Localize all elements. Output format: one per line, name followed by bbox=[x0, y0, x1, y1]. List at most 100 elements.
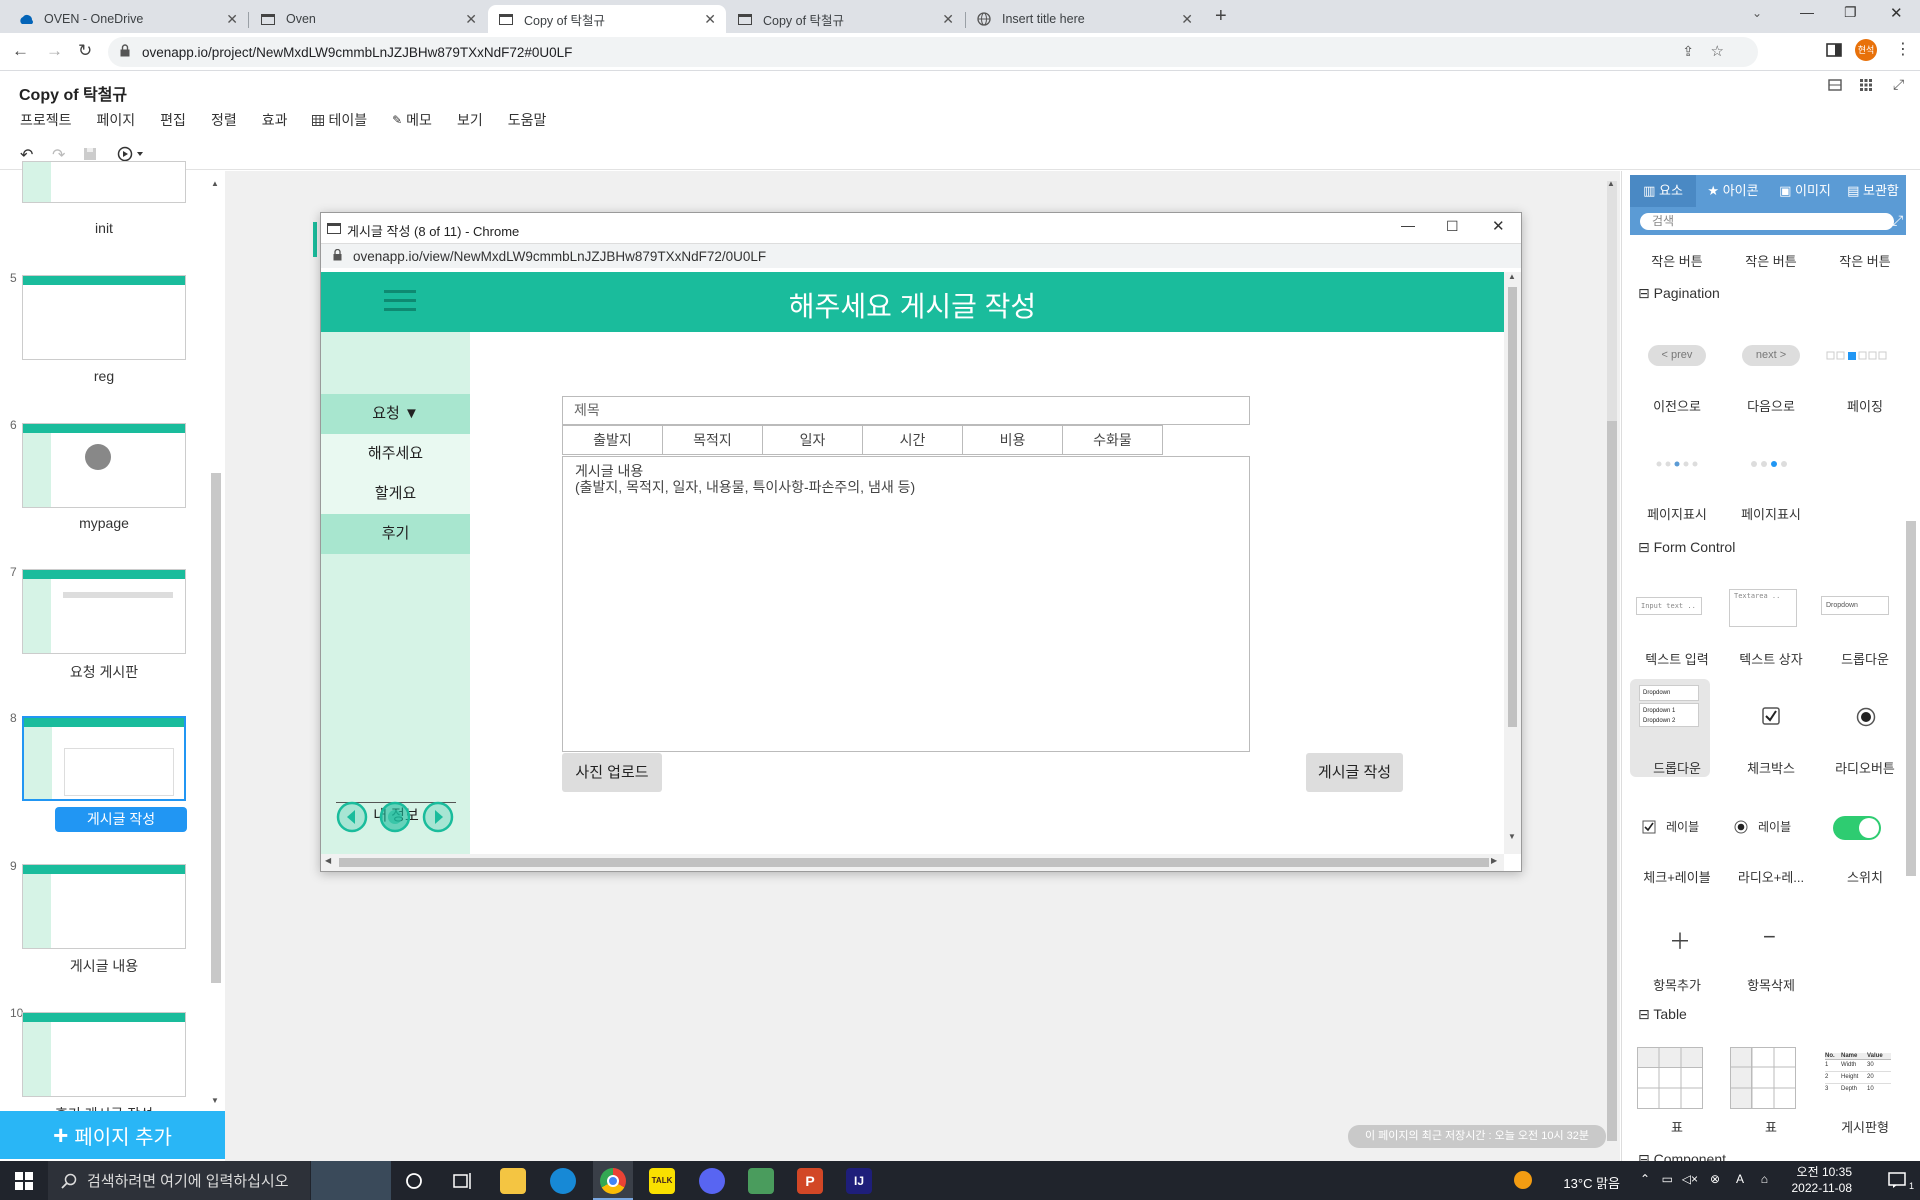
forward-icon[interactable]: → bbox=[46, 41, 63, 61]
close-tab-icon[interactable]: ✕ bbox=[942, 11, 954, 28]
item-dropdown[interactable]: 드롭다운 bbox=[1818, 649, 1912, 668]
menu-align[interactable]: 정렬 bbox=[211, 110, 237, 130]
page-thumbnail-selected[interactable] bbox=[22, 716, 186, 801]
grid-icon[interactable] bbox=[1859, 78, 1873, 92]
browser-tab[interactable]: Insert title here ✕ bbox=[966, 5, 1203, 33]
close-tab-icon[interactable]: ✕ bbox=[1181, 11, 1193, 28]
close-window-icon[interactable]: ✕ bbox=[1890, 4, 1903, 22]
tab-images[interactable]: ▣ 이미지 bbox=[1770, 175, 1840, 207]
table-preview-icon[interactable] bbox=[1637, 1047, 1703, 1109]
check-label-preview[interactable]: 레이블 bbox=[1642, 818, 1699, 835]
close-tab-icon[interactable]: ✕ bbox=[704, 11, 716, 28]
tab-icons[interactable]: ★ 아이콘 bbox=[1696, 175, 1770, 207]
post-title-input[interactable]: 제목 bbox=[562, 396, 1250, 425]
post-content-textarea[interactable]: 게시글 내용 (출발지, 목적지, 일자, 내용물, 특이사항-파손주의, 냄새… bbox=[562, 456, 1250, 752]
tray-app-icon[interactable]: ⌂ bbox=[1761, 1172, 1768, 1186]
menu-project[interactable]: 프로젝트 bbox=[20, 110, 72, 130]
page-list-scrollbar[interactable] bbox=[211, 473, 221, 983]
play-preview-icon[interactable] bbox=[117, 146, 145, 162]
menu-edit[interactable]: 편집 bbox=[160, 110, 186, 130]
table-preview-icon[interactable] bbox=[1730, 1047, 1796, 1109]
file-explorer-icon[interactable] bbox=[500, 1168, 526, 1194]
item-radio[interactable]: 라디오버튼 bbox=[1818, 758, 1912, 777]
nav-review[interactable]: 후기 bbox=[321, 514, 470, 554]
task-view-icon[interactable] bbox=[453, 1172, 473, 1190]
item-remove-row[interactable]: 항목삭제 bbox=[1724, 975, 1818, 994]
scroll-up-icon[interactable]: ▲ bbox=[1607, 179, 1615, 188]
page-thumbnail[interactable] bbox=[22, 864, 186, 949]
fullscreen-icon[interactable]: ⤢ bbox=[1893, 76, 1904, 93]
page-thumbnail[interactable] bbox=[22, 275, 186, 360]
menu-help[interactable]: 도움말 bbox=[508, 110, 547, 130]
page-thumbnail[interactable] bbox=[22, 569, 186, 654]
item-small-button[interactable]: 작은 버튼 bbox=[1818, 251, 1912, 270]
discord-icon[interactable] bbox=[699, 1168, 725, 1194]
cortana-icon[interactable] bbox=[405, 1172, 423, 1190]
home-dot-icon[interactable] bbox=[379, 801, 411, 833]
item-next[interactable]: 다음으로 bbox=[1724, 396, 1818, 415]
remove-item-icon[interactable]: − bbox=[1763, 924, 1776, 950]
reload-icon[interactable]: ↻ bbox=[78, 41, 92, 61]
page-thumbnail[interactable] bbox=[22, 423, 186, 508]
item-radio-label[interactable]: 라디오+레... bbox=[1724, 867, 1818, 886]
radio-label-preview[interactable]: 레이블 bbox=[1734, 818, 1791, 835]
luggage-field[interactable]: 수화물 bbox=[1062, 425, 1163, 455]
expand-icon[interactable]: ⤢ bbox=[1892, 212, 1903, 229]
page-label[interactable]: 게시글 내용 bbox=[22, 956, 186, 976]
kakaotalk-icon[interactable]: TALK bbox=[649, 1168, 675, 1194]
share-icon[interactable]: ⇪ bbox=[1682, 43, 1694, 60]
menu-table[interactable]: 테이블 bbox=[312, 110, 367, 130]
menu-view[interactable]: 보기 bbox=[457, 110, 483, 130]
board-table-preview[interactable]: No. Name Value 1 Width 30 2 Height 20 3 … bbox=[1825, 1053, 1891, 1095]
paging-preview-icon[interactable] bbox=[1826, 351, 1890, 361]
popup-vertical-scrollbar[interactable]: ▲ ▼ bbox=[1504, 272, 1521, 854]
prev-button-preview[interactable]: < prev bbox=[1648, 345, 1706, 366]
profile-avatar[interactable]: 현석 bbox=[1855, 39, 1877, 61]
new-tab-icon[interactable]: + bbox=[1215, 5, 1227, 28]
switch-preview-icon[interactable] bbox=[1833, 816, 1881, 840]
popup-maximize-icon[interactable]: ☐ bbox=[1446, 218, 1459, 235]
item-page-indicator[interactable]: 페이지표시 bbox=[1630, 504, 1724, 523]
restore-icon[interactable]: ❐ bbox=[1844, 4, 1857, 21]
item-table[interactable]: 표 bbox=[1724, 1117, 1818, 1136]
notification-icon[interactable] bbox=[1888, 1171, 1906, 1189]
menu-memo[interactable]: ✎ 메모 bbox=[392, 110, 432, 130]
scroll-down-icon[interactable]: ▼ bbox=[211, 1096, 219, 1105]
windows-start-icon[interactable] bbox=[15, 1172, 33, 1190]
popup-close-icon[interactable]: ✕ bbox=[1492, 217, 1505, 235]
time-field[interactable]: 시간 bbox=[862, 425, 963, 455]
item-page-indicator[interactable]: 페이지표시 bbox=[1724, 504, 1818, 523]
nav-do-for-me[interactable]: 해주세요 bbox=[321, 434, 470, 474]
save-icon[interactable] bbox=[83, 147, 97, 161]
powerpoint-icon[interactable]: P bbox=[797, 1168, 823, 1194]
scroll-up-icon[interactable]: ▲ bbox=[211, 179, 219, 188]
menu-page[interactable]: 페이지 bbox=[97, 110, 136, 130]
page-label[interactable]: reg bbox=[22, 368, 186, 384]
component-search-input[interactable]: 검색 bbox=[1640, 213, 1894, 230]
volume-icon[interactable]: ◁× bbox=[1682, 1172, 1698, 1186]
page-label[interactable]: mypage bbox=[22, 515, 186, 531]
next-button-preview[interactable]: next > bbox=[1742, 345, 1800, 366]
tab-storage[interactable]: ▤ 보관함 bbox=[1840, 175, 1906, 207]
destination-field[interactable]: 목적지 bbox=[662, 425, 763, 455]
item-board-table[interactable]: 게시판형 bbox=[1818, 1117, 1912, 1136]
back-icon[interactable]: ← bbox=[12, 41, 29, 61]
menu-effect[interactable]: 효과 bbox=[262, 110, 288, 130]
date-field[interactable]: 일자 bbox=[762, 425, 863, 455]
page-indicator-preview-icon[interactable] bbox=[1655, 460, 1701, 468]
cost-field[interactable]: 비용 bbox=[962, 425, 1063, 455]
canvas-scrollbar[interactable] bbox=[1607, 181, 1617, 1141]
item-small-button[interactable]: 작은 버튼 bbox=[1630, 251, 1724, 270]
item-table[interactable]: 표 bbox=[1630, 1117, 1724, 1136]
add-item-icon[interactable]: ＋ bbox=[1669, 924, 1691, 956]
minimize-icon[interactable]: — bbox=[1800, 4, 1814, 20]
browser-tab-active[interactable]: Copy of 탁철규 ✕ bbox=[488, 5, 726, 33]
departure-field[interactable]: 출발지 bbox=[562, 425, 663, 455]
bookmark-star-icon[interactable]: ☆ bbox=[1711, 42, 1724, 60]
item-textarea[interactable]: 텍스트 상자 bbox=[1724, 649, 1818, 668]
close-tab-icon[interactable]: ✕ bbox=[226, 11, 238, 28]
popup-minimize-icon[interactable]: — bbox=[1401, 217, 1415, 233]
browser-tab[interactable]: Copy of 탁철규 ✕ bbox=[727, 5, 964, 33]
page-label[interactable]: init bbox=[22, 220, 186, 236]
address-bar[interactable]: ovenapp.io/project/NewMxdLW9cmmbLnJZJBHw… bbox=[108, 37, 1758, 67]
